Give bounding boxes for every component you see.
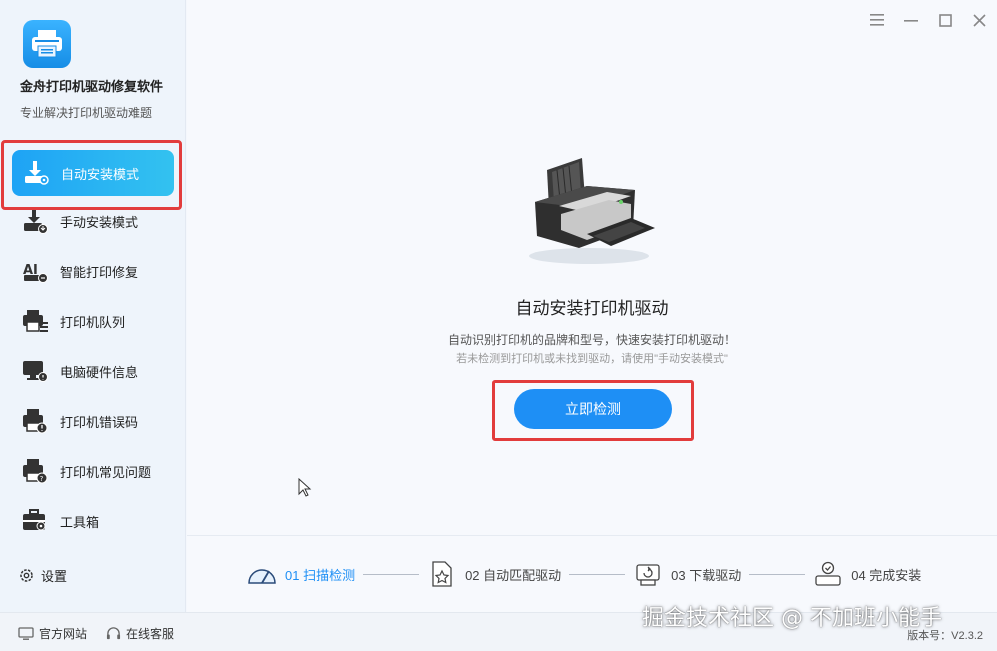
description-primary: 自动识别打印机的品牌和型号，快速安装打印机驱动！ <box>447 333 736 347</box>
online-support-link[interactable]: 在线客服 <box>106 625 174 642</box>
auto-install-icon <box>21 158 51 188</box>
headset-icon <box>106 626 121 641</box>
settings-label: 设置 <box>41 569 68 584</box>
step-label: 01 扫描检测 <box>285 567 356 583</box>
description-hint: 若未检测到打印机或未找到驱动，请使用"手动安装模式" <box>456 353 728 365</box>
manual-install-icon <box>20 206 50 236</box>
sidebar-nav: 自动安装模式 手动安装模式 AI 智能打印修复 打印机队列 电脑硬件信息 打印机… <box>0 150 186 546</box>
sidebar-item-ai-repair[interactable]: AI 智能打印修复 <box>0 246 186 296</box>
step-match-driver: 02 自动匹配驱动 <box>427 560 561 588</box>
main-panel: 自动安装打印机驱动 自动识别打印机的品牌和型号，快速安装打印机驱动！ 若未检测到… <box>187 0 997 612</box>
step-label: 03 下载驱动 <box>671 567 742 583</box>
check-install-icon <box>813 560 843 588</box>
menu-icon[interactable] <box>869 12 885 28</box>
app-title: 金舟打印机驱动修复软件 <box>20 79 164 94</box>
step-label: 04 完成安装 <box>851 567 922 583</box>
detect-now-button[interactable]: 立即检测 <box>514 389 672 429</box>
sidebar-item-label: 打印机错误码 <box>60 414 139 430</box>
printer-queue-icon <box>20 306 50 336</box>
page-title: 自动安装打印机驱动 <box>515 299 669 318</box>
sidebar-item-error-code[interactable]: 打印机错误码 <box>0 396 186 446</box>
sidebar-item-printer-queue[interactable]: 打印机队列 <box>0 296 186 346</box>
svg-text:?: ? <box>40 475 44 483</box>
official-website-link[interactable]: 官方网站 <box>18 625 87 642</box>
ai-repair-icon: AI <box>20 256 50 286</box>
mouse-cursor-icon <box>298 477 312 503</box>
minimize-icon[interactable] <box>903 12 919 28</box>
settings-button[interactable]: 设置 <box>18 566 67 585</box>
sidebar-item-label: 打印机队列 <box>60 314 126 330</box>
hardware-info-icon <box>20 356 50 386</box>
watermark: 掘金技术社区 @ 不加班小能手 <box>642 606 942 631</box>
step-connector <box>363 573 420 575</box>
sidebar-item-label: 手动安装模式 <box>60 214 139 230</box>
app-logo <box>23 20 71 68</box>
window-controls <box>869 12 987 28</box>
sidebar-item-label: 自动安装模式 <box>61 166 140 182</box>
maximize-icon[interactable] <box>937 12 953 28</box>
steps-divider <box>187 535 997 536</box>
download-icon <box>633 560 663 588</box>
sidebar-item-hardware-info[interactable]: 电脑硬件信息 <box>0 346 186 396</box>
step-connector <box>749 573 806 575</box>
sidebar-item-manual-install[interactable]: 手动安装模式 <box>0 196 186 246</box>
sidebar-item-label: 智能打印修复 <box>60 264 139 280</box>
error-code-icon <box>20 406 50 436</box>
sidebar-item-label: 打印机常见问题 <box>60 464 152 480</box>
document-star-icon <box>427 560 457 588</box>
sidebar: 金舟打印机驱动修复软件 专业解决打印机驱动难题 自动安装模式 手动安装模式 AI… <box>0 0 186 612</box>
sidebar-item-faq[interactable]: ? 打印机常见问题 <box>0 446 186 496</box>
sidebar-item-label: 工具箱 <box>60 514 100 530</box>
website-label: 官方网站 <box>39 627 88 641</box>
progress-steps: 01 扫描检测 02 自动匹配驱动 03 下载驱动 04 完成安装 <box>247 560 921 588</box>
close-icon[interactable] <box>971 12 987 28</box>
gauge-icon <box>247 560 277 588</box>
step-download-driver: 03 下载驱动 <box>633 560 741 588</box>
faq-icon: ? <box>20 456 50 486</box>
printer-illustration <box>527 150 657 275</box>
step-scan: 01 扫描检测 <box>247 560 355 588</box>
app-subtitle: 专业解决打印机驱动难题 <box>20 106 153 120</box>
sidebar-item-toolbox[interactable]: 工具箱 <box>0 496 186 546</box>
sidebar-item-label: 电脑硬件信息 <box>60 364 139 380</box>
support-label: 在线客服 <box>126 627 175 641</box>
monitor-icon <box>18 626 34 641</box>
step-complete-install: 04 完成安装 <box>813 560 921 588</box>
step-label: 02 自动匹配驱动 <box>465 567 562 583</box>
gear-icon <box>18 567 35 584</box>
toolbox-icon <box>20 506 50 536</box>
step-connector <box>569 573 626 575</box>
sidebar-item-auto-install[interactable]: 自动安装模式 <box>12 150 174 196</box>
